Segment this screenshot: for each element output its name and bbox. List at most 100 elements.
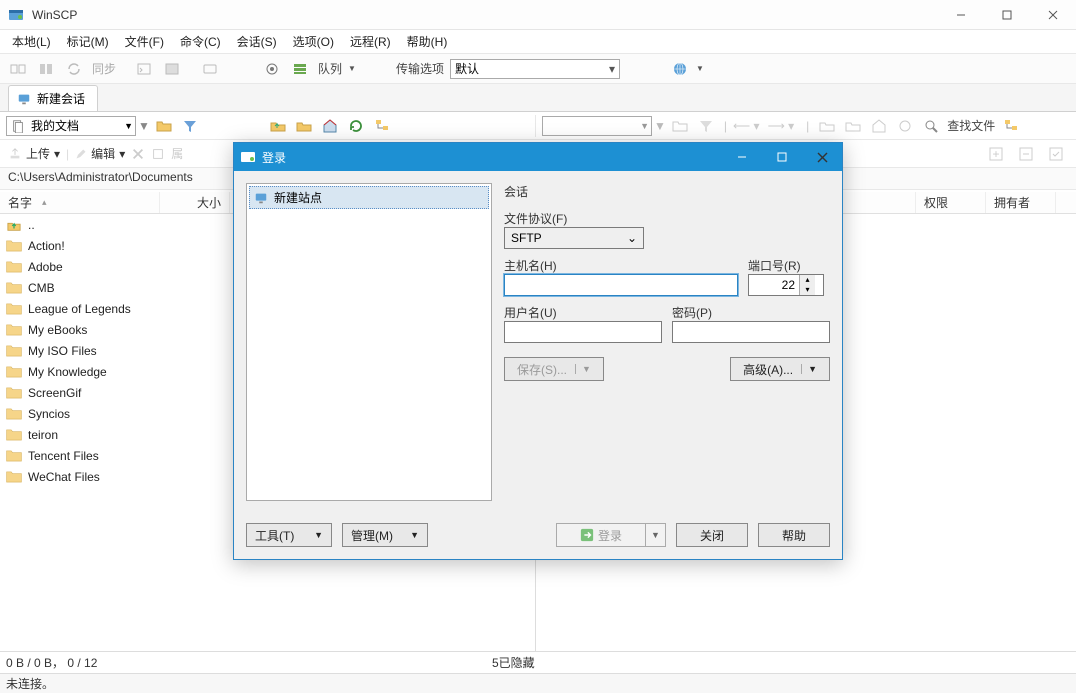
edit-button: 编辑 ▾ xyxy=(75,145,125,162)
minimize-button[interactable] xyxy=(938,0,984,30)
menu-help[interactable]: 帮助(H) xyxy=(401,31,454,52)
transfer-label: 传输选项 xyxy=(394,60,446,77)
port-up[interactable]: ▴ xyxy=(800,275,815,285)
folder-icon xyxy=(6,281,22,294)
monitor-icon xyxy=(254,191,268,205)
compare-icon[interactable] xyxy=(34,58,58,80)
pass-label: 密码(P) xyxy=(672,304,830,321)
login-split[interactable]: ▼ xyxy=(646,523,666,547)
close-button[interactable] xyxy=(1030,0,1076,30)
folder-icon xyxy=(6,365,22,378)
port-down[interactable]: ▾ xyxy=(800,285,815,295)
dialog-minimize[interactable] xyxy=(722,143,762,171)
drive-label: 我的文档 xyxy=(31,117,79,134)
new-minus-icon xyxy=(1014,143,1038,165)
dialog-close[interactable] xyxy=(802,143,842,171)
save-button[interactable]: 保存(S)...▼ xyxy=(504,357,604,381)
folder-icon xyxy=(6,239,22,252)
login-dialog: 登录 新建站点 会话 文件协议(F) SFTP ⌄ xyxy=(233,142,843,560)
parent-folder-icon[interactable] xyxy=(266,115,290,137)
remote-tree-icon[interactable] xyxy=(999,115,1023,137)
find-icon[interactable] xyxy=(919,115,943,137)
remote-drive-combo[interactable]: ▼ xyxy=(542,116,652,136)
menu-local[interactable]: 本地(L) xyxy=(6,31,57,52)
protocol-select[interactable]: SFTP ⌄ xyxy=(504,227,644,249)
new-session-tab[interactable]: 新建会话 xyxy=(8,85,98,111)
remote-refresh-icon xyxy=(893,115,917,137)
conn-status: 未连接。 xyxy=(6,675,54,692)
home-icon[interactable] xyxy=(318,115,342,137)
folder-icon xyxy=(6,323,22,336)
remote-home-icon xyxy=(867,115,891,137)
menu-options[interactable]: 选项(O) xyxy=(287,31,340,52)
close-dialog-button[interactable]: 关闭 xyxy=(676,523,748,547)
session-group-label: 会话 xyxy=(504,183,830,200)
session-tab-label: 新建会话 xyxy=(37,90,85,107)
remote-filter-icon xyxy=(694,115,718,137)
menu-mark[interactable]: 标记(M) xyxy=(61,31,115,52)
folder-icon xyxy=(6,260,22,273)
maximize-button[interactable] xyxy=(984,0,1030,30)
sync-browse-icon[interactable] xyxy=(6,58,30,80)
col-name[interactable]: 名字▴ xyxy=(0,192,160,213)
nav-row: 我的文档 ▼ ▼ ▼ ▼ | ⟵ ▾ ⟶ ▾ | 查找文件 xyxy=(0,112,1076,140)
host-label: 主机名(H) xyxy=(504,257,738,274)
tools-button[interactable]: 工具(T)▼ xyxy=(246,523,332,547)
status-hidden: 5已隐藏 xyxy=(486,654,535,671)
session-icon[interactable] xyxy=(198,58,222,80)
help-button[interactable]: 帮助 xyxy=(758,523,830,547)
site-list[interactable]: 新建站点 xyxy=(246,183,492,501)
menu-session[interactable]: 会话(S) xyxy=(231,31,283,52)
menu-command[interactable]: 命令(C) xyxy=(174,31,227,52)
queue-icon[interactable] xyxy=(288,58,312,80)
login-button[interactable]: 登录 xyxy=(556,523,646,547)
edit-icon xyxy=(75,148,87,160)
filter-icon[interactable] xyxy=(178,115,202,137)
sync-icon[interactable] xyxy=(62,58,86,80)
remote-parent-icon xyxy=(815,115,839,137)
col-owner[interactable]: 拥有者 xyxy=(986,192,1056,213)
port-input[interactable]: ▴▾ xyxy=(748,274,824,296)
password-input[interactable] xyxy=(672,321,830,343)
menu-file[interactable]: 文件(F) xyxy=(119,31,170,52)
find-label[interactable]: 查找文件 xyxy=(945,117,997,134)
folder-icon xyxy=(6,428,22,441)
remote-root-icon xyxy=(841,115,865,137)
advanced-button[interactable]: 高级(A)...▼ xyxy=(730,357,830,381)
folder-icon xyxy=(6,302,22,315)
dialog-maximize[interactable] xyxy=(762,143,802,171)
port-value[interactable] xyxy=(749,278,799,292)
col-perm[interactable]: 权限 xyxy=(916,192,986,213)
queue-label[interactable]: 队列 xyxy=(316,60,344,77)
globe-icon[interactable] xyxy=(668,58,692,80)
upload-icon xyxy=(8,147,22,161)
terminal-icon[interactable] xyxy=(160,58,184,80)
session-tabs: 新建会话 xyxy=(0,84,1076,112)
sync-label: 同步 xyxy=(90,60,118,77)
settings-icon[interactable] xyxy=(260,58,284,80)
folder-icon xyxy=(6,449,22,462)
folder-icon xyxy=(6,407,22,420)
root-folder-icon[interactable] xyxy=(292,115,316,137)
protocol-label: 文件协议(F) xyxy=(504,210,830,227)
menu-remote[interactable]: 远程(R) xyxy=(344,31,397,52)
new-site-item[interactable]: 新建站点 xyxy=(249,186,489,209)
col-size[interactable]: 大小 xyxy=(160,192,230,213)
console-icon[interactable] xyxy=(132,58,156,80)
local-drive-combo[interactable]: 我的文档 ▼ xyxy=(6,116,136,136)
status-left: 0 B / 0 B， 0 / 12 xyxy=(0,654,486,671)
documents-icon xyxy=(11,119,25,133)
host-input[interactable] xyxy=(504,274,738,296)
tree-icon[interactable] xyxy=(370,115,394,137)
manage-button[interactable]: 管理(M)▼ xyxy=(342,523,428,547)
refresh-icon[interactable] xyxy=(344,115,368,137)
statusbar-panes: 0 B / 0 B， 0 / 12 5已隐藏 xyxy=(0,651,1076,673)
monitor-icon xyxy=(17,92,31,106)
open-folder-icon[interactable] xyxy=(152,115,176,137)
new-site-label: 新建站点 xyxy=(274,189,322,206)
transfer-combo[interactable]: 默认 ▾ xyxy=(450,59,620,79)
new-check-icon xyxy=(1044,143,1068,165)
dialog-titlebar: 登录 xyxy=(234,143,842,171)
remote-open-icon xyxy=(668,115,692,137)
username-input[interactable] xyxy=(504,321,662,343)
